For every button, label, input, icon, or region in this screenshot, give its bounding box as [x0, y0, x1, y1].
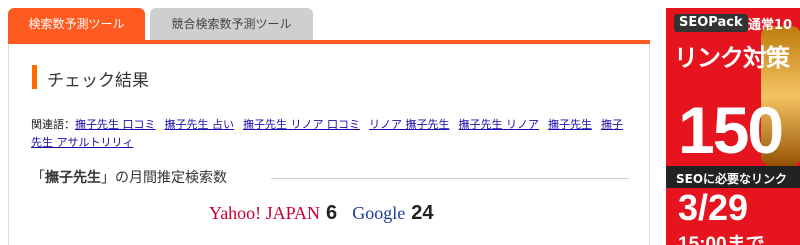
related-keyword-link[interactable]: リノア 撫子先生	[369, 118, 450, 131]
ad-subtitle: 通常10	[748, 18, 793, 33]
ad-banner[interactable]: SEOPack 通常10 リンク対策 150 SEOに必要なリンク 3/29 1…	[666, 8, 800, 245]
tab-search-volume-tool[interactable]: 検索数予測ツール	[8, 8, 145, 41]
volume-title-suffix: 」の月間推定検索数	[101, 170, 227, 186]
google-label: Google	[352, 203, 406, 223]
ad-big-number: 150	[678, 93, 784, 167]
related-keyword-link[interactable]: 撫子先生 口コミ	[75, 118, 156, 131]
monthly-volume-title: 「撫子先生」の月間推定検索数	[31, 167, 227, 187]
result-heading-text: チェック結果	[47, 71, 149, 91]
ad-date: 3/29	[678, 187, 749, 228]
yahoo-count: 6	[326, 202, 338, 224]
ad-strip: SEOに必要なリンク	[666, 166, 800, 188]
related-keyword-link[interactable]: 撫子先生	[548, 118, 592, 131]
tab-competitor-search-volume-tool[interactable]: 競合検索数予測ツール	[150, 8, 313, 41]
heading-accent-bar	[32, 65, 37, 89]
related-keyword-link[interactable]: 撫子先生 リノア	[459, 118, 540, 131]
ad-logo: SEOPack	[674, 14, 748, 32]
volume-open-quote: 「	[31, 170, 45, 186]
related-label: 関連語：	[31, 118, 75, 131]
google-count: 24	[411, 202, 434, 224]
ad-time: 15:00まで	[678, 234, 765, 245]
result-panel: チェック結果 関連語：撫子先生 口コミ 撫子先生 占い 撫子先生 リノア 口コミ リノ…	[8, 44, 650, 245]
yahoo-label: Yahoo! JAPAN	[209, 203, 321, 223]
ad-headline: リンク対策	[674, 44, 790, 72]
volume-divider	[271, 178, 629, 179]
search-counts: Yahoo! JAPAN 6 Google 24	[209, 202, 434, 232]
volume-keyword: 撫子先生	[45, 170, 101, 186]
related-keyword-link[interactable]: 撫子先生 占い	[165, 118, 235, 131]
related-keywords: 関連語：撫子先生 口コミ 撫子先生 占い 撫子先生 リノア 口コミ リノア 撫子先生撫…	[31, 116, 623, 152]
related-keyword-link[interactable]: 撫子先生 リノア 口コミ	[243, 118, 360, 131]
ad-strip-text: SEOに必要なリンク	[676, 172, 788, 186]
